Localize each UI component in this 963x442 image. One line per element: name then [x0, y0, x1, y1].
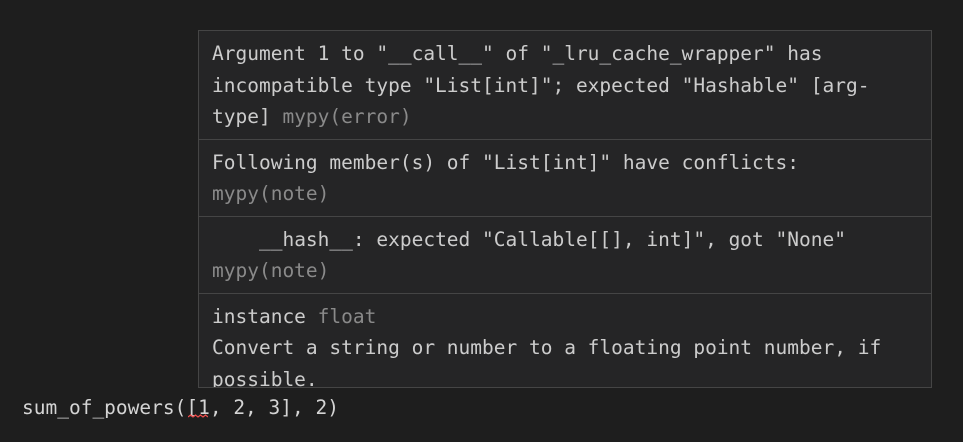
- hover-widget: Argument 1 to "__call__" of "_lru_cache_…: [198, 30, 932, 388]
- diagnostic-error: Argument 1 to "__call__" of "_lru_cache_…: [199, 31, 931, 140]
- diagnostic-note: Following member(s) of "List[int]" have …: [199, 140, 931, 217]
- signature-docstring: Convert a string or number to a floating…: [212, 336, 893, 388]
- diagnostic-message[interactable]: __hash__: expected "Callable[[], int]", …: [212, 228, 846, 251]
- diagnostic-source: mypy(error): [282, 105, 412, 128]
- diagnostic-source: mypy(note): [212, 259, 330, 282]
- type-signature-section: instance float Convert a string or numbe…: [199, 294, 931, 388]
- editor-code-line[interactable]: sum_of_powers([1, 2, 3], 2): [22, 393, 339, 423]
- diagnostic-note: __hash__: expected "Callable[[], int]", …: [199, 217, 931, 294]
- signature-type: float: [317, 304, 377, 328]
- signature-keyword: instance: [212, 304, 306, 328]
- error-squiggle: [188, 414, 208, 418]
- diagnostic-message[interactable]: Following member(s) of "List[int]" have …: [212, 151, 799, 174]
- diagnostic-source: mypy(note): [212, 182, 330, 205]
